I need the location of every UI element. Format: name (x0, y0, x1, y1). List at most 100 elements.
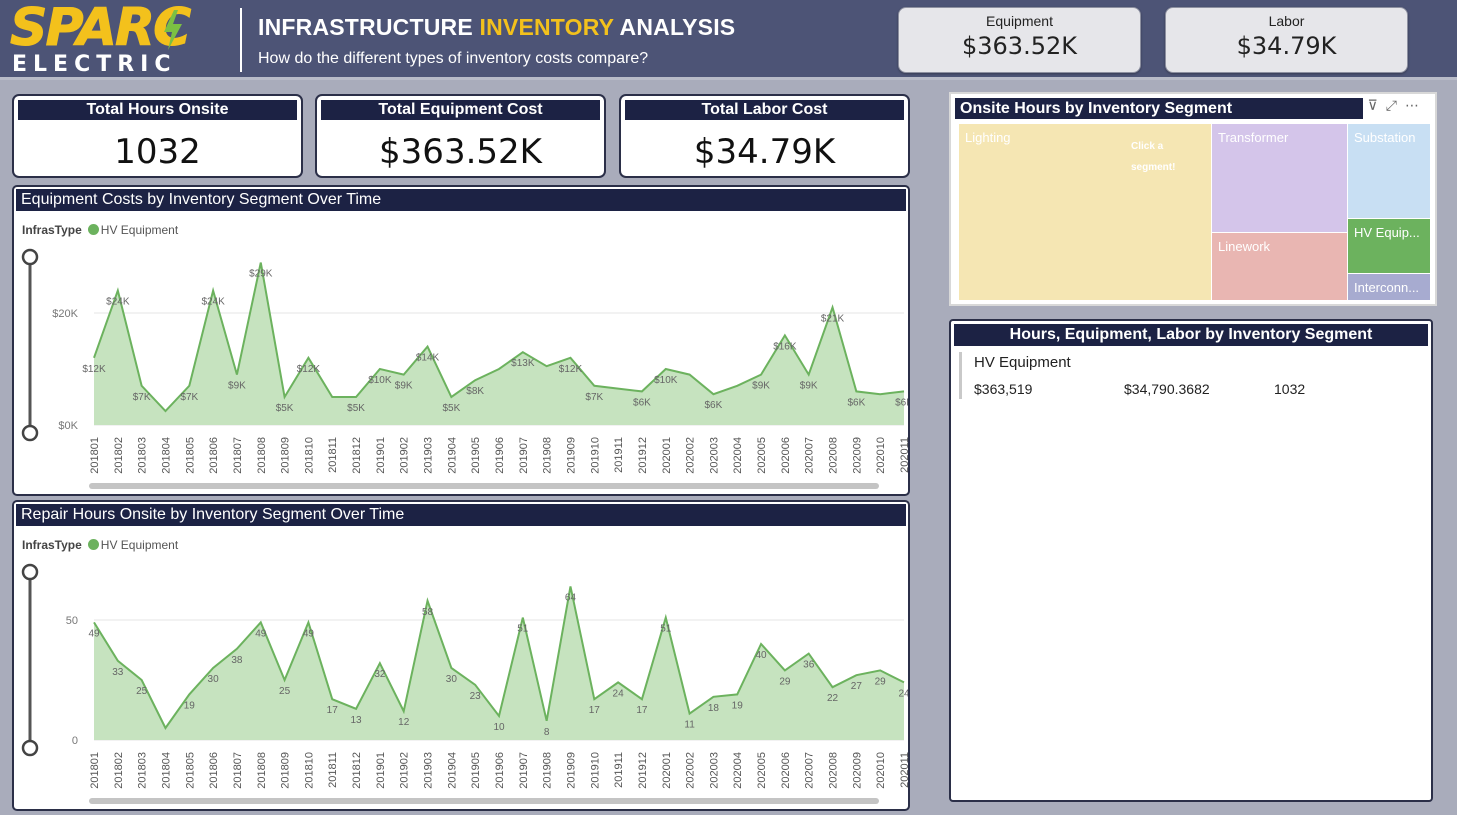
kpi-total-hours[interactable]: Total Hours Onsite 1032 (12, 94, 303, 178)
data-label: 30 (208, 674, 220, 685)
data-label: $16K (773, 341, 797, 352)
x-tick-label: 201909 (565, 437, 577, 474)
repair-hours-chart-panel[interactable]: Repair Hours Onsite by Inventory Segment… (12, 500, 910, 811)
x-tick-label: 202004 (732, 752, 744, 789)
lightning-bolt-icon (164, 10, 182, 50)
range-slider-handle-bottom (21, 739, 39, 757)
x-tick-label: 201810 (303, 437, 315, 474)
horizontal-scrollbar (89, 798, 879, 804)
treemap-tile-interconnect[interactable]: Interconn... (1348, 274, 1430, 300)
data-label: $10K (368, 375, 392, 386)
x-tick-label: 201910 (589, 752, 601, 789)
data-label: 51 (660, 624, 672, 635)
x-tick-label: 202001 (661, 752, 673, 789)
data-label: 25 (136, 686, 148, 697)
x-tick-label: 201801 (89, 437, 101, 474)
equipment-card-value: $363.52K (962, 32, 1077, 60)
x-tick-label: 201912 (637, 752, 649, 789)
data-label: 17 (636, 705, 648, 716)
y-tick-label: $0K (58, 420, 78, 432)
data-label: 29 (779, 676, 791, 687)
treemap-tile-substation[interactable]: Substation (1348, 124, 1430, 218)
x-tick-label: 202008 (828, 437, 840, 474)
x-tick-label: 201803 (137, 437, 149, 474)
kpi-total-equipment-label: Total Equipment Cost (321, 100, 600, 120)
data-label: 12 (398, 717, 410, 728)
treemap-tile-hv-equipment[interactable]: HV Equip... (1348, 219, 1430, 273)
data-label: 33 (112, 667, 124, 678)
equipment-costs-chart-panel[interactable]: Equipment Costs by Inventory Segment Ove… (12, 185, 910, 496)
data-label: $7K (585, 392, 603, 403)
data-label: 51 (517, 624, 529, 635)
x-tick-label: 202002 (685, 437, 697, 474)
data-label: $9K (228, 381, 246, 392)
labor-card[interactable]: Labor $34.79K (1165, 7, 1408, 73)
x-tick-label: 202002 (685, 752, 697, 789)
focus-mode-icon[interactable]: ⤢ (1386, 98, 1405, 114)
data-label: 13 (350, 715, 362, 726)
x-tick-label: 201910 (589, 437, 601, 474)
data-label: $21K (821, 313, 845, 324)
data-label: 27 (851, 681, 863, 692)
hours-cell: 1032 (1274, 381, 1306, 397)
x-tick-label: 201807 (232, 752, 244, 789)
kpi-total-hours-label: Total Hours Onsite (18, 100, 297, 120)
kpi-total-equipment-value: $363.52K (379, 132, 542, 172)
treemap-panel[interactable]: Onsite Hours by Inventory Segment ⊽⤢⋯ Li… (949, 92, 1437, 306)
x-tick-label: 201909 (565, 752, 577, 789)
x-tick-label: 201803 (137, 752, 149, 789)
horizontal-scrollbar (89, 483, 879, 489)
equipment-costs-area-chart[interactable]: $20K $0K $12K $24K $7K $7K $24K $9K $29K $5K $12K $… (14, 187, 910, 496)
data-label: $24K (106, 297, 130, 308)
kpi-total-equipment-cost[interactable]: Total Equipment Cost $363.52K (315, 94, 606, 178)
x-tick-label: 202007 (804, 752, 816, 789)
kpi-total-labor-cost[interactable]: Total Labor Cost $34.79K (619, 94, 910, 178)
sparc-electric-logo: SPARC ELECTRIC (9, 0, 234, 77)
data-label: $6K (895, 397, 910, 408)
data-label: 8 (544, 727, 550, 738)
x-tick-label: 201908 (542, 437, 554, 474)
x-tick-label: 201902 (399, 752, 411, 789)
data-label: 23 (470, 691, 482, 702)
data-label: $5K (442, 403, 460, 414)
data-label: $9K (752, 381, 770, 392)
segment-table-panel[interactable]: Hours, Equipment, Labor by Inventory Seg… (949, 319, 1433, 802)
data-label: $5K (347, 403, 365, 414)
data-label: 24 (613, 688, 625, 699)
data-label: $9K (395, 381, 413, 392)
data-label: 22 (827, 693, 839, 704)
segment-row-name[interactable]: HV Equipment (974, 354, 1071, 371)
segment-table-title: Hours, Equipment, Labor by Inventory Seg… (954, 324, 1428, 346)
x-tick-label: 201906 (494, 437, 506, 474)
data-label: $9K (800, 381, 818, 392)
visual-toolbar: ⊽⤢⋯ (1368, 98, 1427, 114)
data-label: 11 (684, 720, 695, 731)
data-label: 17 (589, 705, 601, 716)
treemap-tile-transformer[interactable]: Transformer (1212, 124, 1347, 232)
data-label: $13K (511, 358, 535, 369)
x-tick-label: 202011 (899, 752, 910, 788)
data-label: $6K (847, 397, 865, 408)
data-label: 10 (493, 722, 505, 733)
x-tick-label: 201902 (399, 437, 411, 474)
data-label: $6K (633, 397, 651, 408)
x-tick-label: 201806 (208, 752, 220, 789)
x-tick-label: 201812 (351, 437, 363, 474)
filter-icon[interactable]: ⊽ (1368, 98, 1386, 114)
x-tick-label: 201904 (446, 752, 458, 789)
y-tick-label: $20K (52, 308, 78, 320)
labor-card-value: $34.79K (1236, 32, 1337, 60)
data-label: 36 (803, 660, 815, 671)
more-options-icon[interactable]: ⋯ (1405, 98, 1427, 114)
range-slider-handle-top (21, 563, 39, 581)
data-label: 32 (374, 669, 386, 680)
x-tick-label: 201906 (494, 752, 506, 789)
x-tick-label: 201901 (375, 752, 387, 789)
data-label: $6K (705, 400, 723, 411)
treemap-tile-linework[interactable]: Linework (1212, 233, 1347, 300)
x-tick-label: 201905 (470, 437, 482, 474)
equipment-card[interactable]: Equipment $363.52K (898, 7, 1141, 73)
data-label: 49 (303, 628, 315, 639)
repair-hours-area-chart[interactable]: 50 0 49 33 25 19 30 38 49 25 49 17 13 32 12 58 30 23 10 51 8… (14, 502, 910, 811)
page-subtitle: How do the different types of inventory … (258, 50, 649, 67)
